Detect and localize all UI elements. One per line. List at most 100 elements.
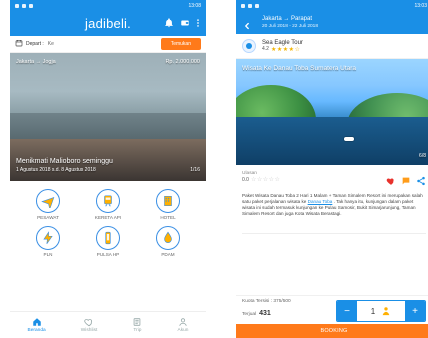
back-arrow-icon[interactable]	[242, 18, 252, 36]
quantity-value: 1	[370, 306, 376, 316]
sold-label: Terjual	[242, 312, 257, 317]
tour-photo[interactable]: Wisata Ke Danau Toba Sumatera Utara 6/8	[236, 59, 428, 165]
nav-beranda[interactable]: Beranda	[28, 317, 46, 333]
nav-akun[interactable]: Akun	[177, 317, 189, 333]
back-arrow-icon-svg	[245, 22, 249, 30]
service-label: PDAM	[161, 252, 175, 257]
bell-icon-svg	[165, 18, 173, 28]
status-time: 13:08	[188, 3, 201, 9]
sold-count: Terjual 431	[242, 310, 271, 317]
service-kereta-api[interactable]: KERETA API	[78, 189, 138, 220]
calendar-icon	[15, 39, 23, 49]
nav-label: Wishlist	[80, 328, 98, 333]
app-bar: jadibeli.	[10, 12, 206, 36]
vendor-row[interactable]: Sea Eagle Tour 4.2 ★★★★☆	[236, 34, 428, 59]
vendor-rating-value: 4.2	[262, 46, 269, 52]
detail-actions	[386, 173, 426, 191]
status-left-icons	[15, 4, 33, 8]
hotel-icon-svg	[164, 196, 172, 206]
service-pdam[interactable]: PDAM	[138, 226, 198, 257]
photo-title: Wisata Ke Danau Toba Sumatera Utara	[242, 65, 357, 72]
status-right: 13:08	[188, 3, 201, 9]
plane-icon	[36, 189, 60, 213]
home-icon	[32, 318, 41, 326]
person-icon	[381, 306, 391, 316]
detail-title: Jakarta → Parapat	[262, 16, 313, 22]
increase-quantity-button[interactable]: +	[405, 301, 425, 321]
notification-icon	[15, 4, 19, 8]
train-icon-svg	[104, 195, 112, 207]
find-button[interactable]: Temukan	[160, 38, 201, 50]
divider	[242, 233, 426, 234]
quantity-center: 1	[357, 306, 405, 316]
wifi-icon	[29, 4, 33, 8]
promo-hero[interactable]: Jakarta → Jogja Rp. 2.000.000 Menikmati …	[10, 53, 206, 181]
wallet-icon-svg	[181, 20, 189, 26]
nav-label: Akun	[177, 328, 189, 333]
more-vertical-icon-svg	[197, 19, 199, 27]
service-label: PULSA HP	[96, 252, 120, 257]
person-icon-svg	[382, 307, 390, 316]
status-bar: 13:03	[236, 0, 428, 12]
chat-icon-svg	[402, 177, 410, 185]
nav-trip[interactable]: Trip	[132, 317, 142, 333]
more-vertical-icon[interactable]	[196, 18, 200, 28]
hero-title: Menikmati Malioboro seminggu	[16, 158, 113, 165]
photo-pagination: 6/8	[419, 153, 426, 159]
vendor-logo	[242, 39, 256, 53]
sold-value: 431	[259, 310, 271, 317]
status-time: 13:03	[414, 3, 427, 9]
boat-shape	[344, 137, 354, 141]
phone-icon	[96, 226, 120, 250]
quota-remaining: Kuota Tersisi : 375/500	[242, 299, 291, 304]
depart-date-field[interactable]: Depart :	[15, 39, 44, 49]
destination-field[interactable]: Ke	[48, 41, 157, 47]
hero-subtitle: 1 Agustus 2018 s.d. 8 Agustus 2018	[16, 167, 96, 173]
hero-top-row: Jakarta → Jogja Rp. 2.000.000	[16, 59, 200, 65]
depart-label: Depart :	[26, 41, 44, 47]
star-rating: ★★★★☆	[270, 46, 301, 53]
wifi-icon	[255, 4, 259, 8]
train-icon	[96, 189, 120, 213]
service-pesawat[interactable]: PESAWAT	[18, 189, 78, 220]
nav-label: Beranda	[27, 328, 46, 333]
decrease-quantity-button[interactable]: −	[337, 301, 357, 321]
service-label: PESAWAT	[37, 215, 59, 220]
share-icon-svg	[417, 176, 425, 186]
service-hotel[interactable]: HOTEL	[138, 189, 198, 220]
service-pulsa-hp[interactable]: PULSA HP	[78, 226, 138, 257]
booking-button[interactable]: BOOKING	[236, 324, 428, 338]
description-link[interactable]: Danau Toba	[308, 199, 333, 204]
electricity-icon-svg	[43, 231, 53, 244]
favorite-heart-icon-svg	[386, 178, 394, 185]
nav-label: Trip	[133, 328, 142, 333]
services-grid: PESAWAT KERETA API HOTEL PLN PULSA HP PD…	[10, 181, 206, 259]
purchase-panel: Kuota Tersisi : 375/500 Terjual 431 − 1 …	[236, 295, 428, 324]
hero-pagination: 1/16	[190, 167, 200, 173]
list-icon	[134, 318, 141, 326]
quantity-stepper: − 1 +	[336, 300, 426, 322]
right-phone-screen: 13:03 Jakarta → Parapat 20 Juli 2018 - 2…	[236, 0, 428, 338]
reviews-score-value: 0.0	[242, 176, 249, 183]
share-icon[interactable]	[416, 173, 426, 191]
detail-header: Jakarta → Parapat 20 Juli 2018 - 22 Juli…	[236, 12, 428, 34]
service-label: KERETA API	[94, 215, 122, 220]
service-pln[interactable]: PLN	[18, 226, 78, 257]
app-bar-actions	[164, 18, 200, 28]
chat-icon[interactable]	[401, 173, 411, 191]
water-drop-icon-svg	[164, 231, 172, 243]
status-right: 13:03	[414, 3, 427, 9]
favorite-heart-icon[interactable]	[386, 173, 396, 191]
description-text: Paket Wisata Danau Toba 2 Hari 1 Malam +…	[236, 189, 428, 231]
status-left-icons	[241, 4, 259, 8]
water-drop-icon	[156, 226, 180, 250]
vendor-rating: 4.2 ★★★★☆	[262, 46, 303, 53]
phone-icon-svg	[105, 231, 111, 245]
plane-icon-svg	[41, 197, 55, 208]
vendor-text: Sea Eagle Tour 4.2 ★★★★☆	[262, 40, 303, 53]
left-phone-screen: 13:08 jadibeli. Depart: Ke Temukan Jaka…	[10, 0, 206, 338]
wallet-icon[interactable]	[180, 18, 190, 28]
bell-icon[interactable]	[164, 18, 174, 28]
image-icon	[248, 4, 252, 8]
nav-wishlist[interactable]: Wishlist	[80, 317, 98, 333]
